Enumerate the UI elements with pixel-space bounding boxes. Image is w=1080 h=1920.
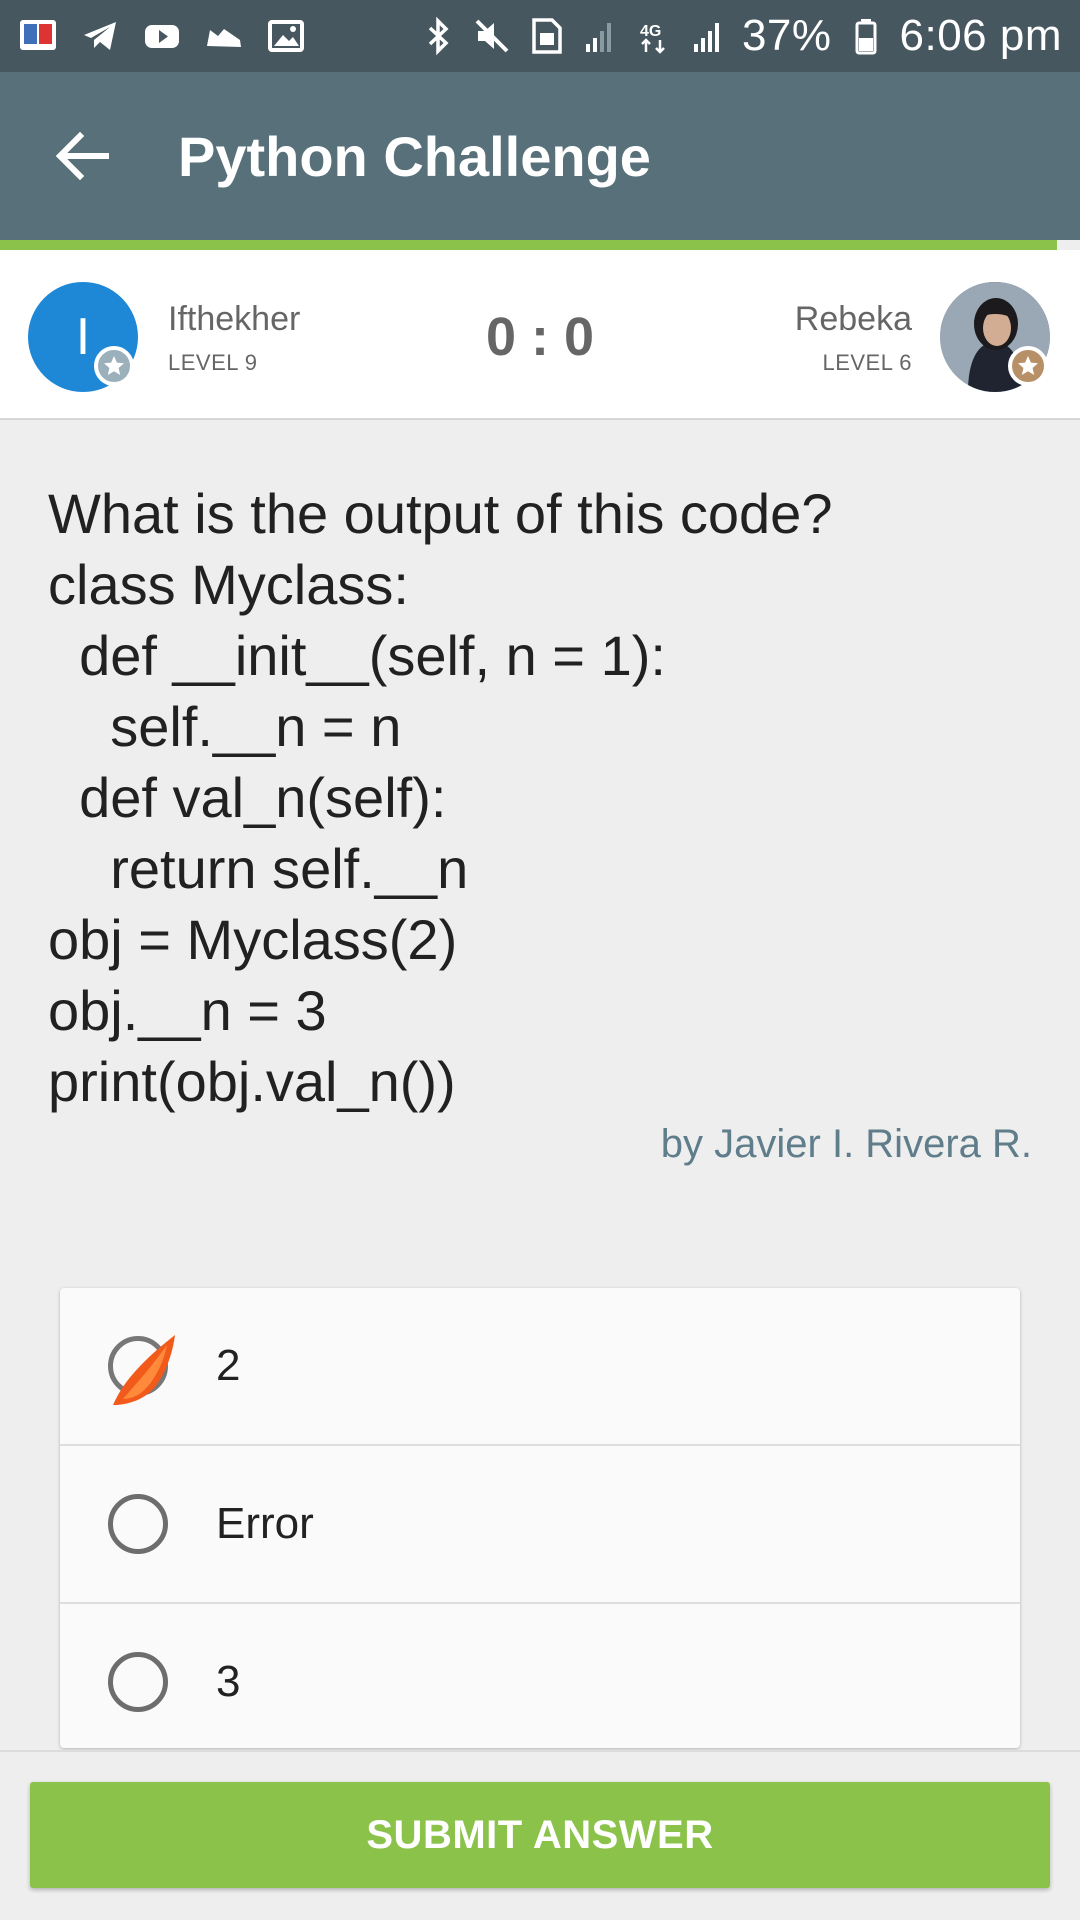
player-right-level: LEVEL 6 [822,350,912,375]
star-icon [1018,356,1038,375]
question-text: What is the output of this code? class M… [48,482,833,1113]
system-icons: 4G 37% 6:06 pm [418,11,1062,61]
status-bar: 4G 37% 6:06 pm [0,0,1080,72]
signal-icon [580,16,620,56]
answer-option[interactable]: 3 [60,1604,1020,1748]
radio-unselected[interactable] [108,1494,168,1554]
battery-percent: 37% [741,11,832,60]
dictionary-app-icon [18,16,58,56]
back-arrow-icon [55,131,109,181]
gallery-icon [266,16,306,56]
answer-option[interactable]: Error [60,1446,1020,1604]
selected-flame-icon [113,1335,175,1405]
answer-list: 2 Error 3 [60,1288,1020,1748]
accent-strip [0,240,1057,250]
hd-icon [526,16,566,56]
player-right-name: Rebeka [794,300,912,338]
back-button[interactable] [32,106,132,206]
notification-icons [18,16,306,56]
player-right-level-badge [1008,346,1048,386]
bluetooth-icon [418,16,458,56]
clock: 6:06 pm [899,11,1062,60]
question-author[interactable]: by Javier I. Rivera R. [661,1122,1032,1167]
answer-label: Error [216,1499,314,1548]
youtube-icon [142,16,182,56]
answer-label: 3 [216,1657,241,1706]
svg-text:4G: 4G [640,23,661,40]
page-title: Python Challenge [178,124,651,188]
4g-icon: 4G [634,16,674,56]
shoe-icon [204,16,244,56]
mute-icon [472,16,512,56]
signal-icon-2 [688,16,728,56]
answer-option[interactable]: 2 [60,1288,1020,1446]
score: 0 : 0 [485,307,595,367]
submit-answer-button[interactable]: SUBMIT ANSWER [30,1782,1050,1888]
app-bar: Python Challenge [0,72,1080,240]
telegram-icon [80,16,120,56]
radio-selected[interactable] [108,1335,175,1405]
answer-label: 2 [216,1341,241,1390]
battery-icon [846,16,886,56]
radio-unselected[interactable] [108,1652,168,1712]
